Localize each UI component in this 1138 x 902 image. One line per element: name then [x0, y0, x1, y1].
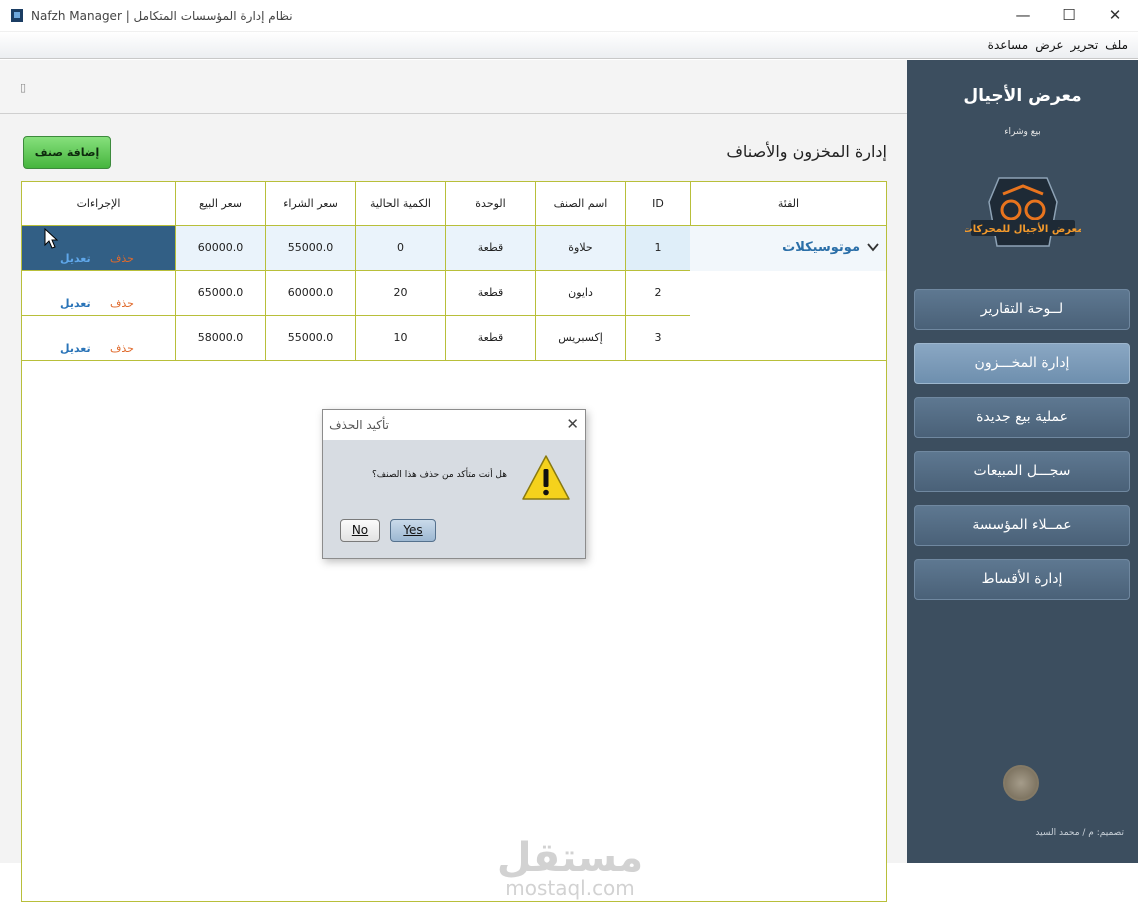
edit-link[interactable]: تعديل: [60, 327, 91, 371]
sidebar-item-installments[interactable]: إدارة الأقساط: [914, 559, 1130, 600]
category-group-row[interactable]: موتوسيكلات: [690, 226, 886, 271]
logo-text: معرض الأجيال للمحركات: [965, 222, 1081, 235]
sidebar-item-reports[interactable]: لــوحة التقارير: [914, 289, 1130, 330]
row-actions: حذف تعديل: [22, 316, 176, 361]
cell-id: 1: [626, 226, 691, 271]
window-titlebar: Nafzh Manager | نظام إدارة المؤسسات المت…: [0, 0, 1138, 32]
sidebar-item-customers[interactable]: عمــلاء المؤسسة: [914, 505, 1130, 546]
placeholder-glyph-icon: ▯: [20, 81, 27, 94]
cell-buy-price: 60000.0: [266, 271, 356, 316]
no-button[interactable]: No: [340, 519, 380, 542]
header-item-name[interactable]: اسم الصنف: [536, 182, 626, 226]
header-category[interactable]: الفئة: [691, 182, 886, 226]
seal-icon: [1003, 765, 1039, 801]
cell-buy-price: 55000.0: [266, 226, 356, 271]
top-toolbar-strip: ▯: [0, 60, 907, 114]
watermark-arabic: مستقل: [496, 835, 644, 881]
dialog-titlebar: تأكيد الحذف ✕: [323, 410, 585, 440]
cell-quantity: 0: [356, 226, 446, 271]
cell-buy-price: 55000.0: [266, 316, 356, 361]
header-sell-price[interactable]: سعر البيع: [176, 182, 266, 226]
brand-title: معرض الأجيال: [963, 86, 1082, 106]
menu-help[interactable]: مساعدة: [988, 38, 1029, 52]
close-button[interactable]: ✕: [1092, 0, 1138, 32]
sidebar-item-sales-log[interactable]: سجـــل المبيعات: [914, 451, 1130, 492]
cell-id: 2: [626, 271, 691, 316]
header-quantity[interactable]: الكمية الحالية: [356, 182, 446, 226]
cell-item-name: حلاوة: [536, 226, 626, 271]
header-buy-price[interactable]: سعر الشراء: [266, 182, 356, 226]
category-group: موتوسيكلات: [690, 226, 886, 361]
page-title: إدارة المخزون والأصناف: [726, 142, 887, 161]
cell-quantity: 20: [356, 271, 446, 316]
delete-link[interactable]: حذف: [110, 327, 134, 371]
window-title: Nafzh Manager | نظام إدارة المؤسسات المت…: [31, 9, 293, 23]
chevron-down-icon[interactable]: [866, 240, 880, 254]
cell-item-name: إكسبريس: [536, 316, 626, 361]
dialog-message: هل أنت متأكد من حذف هذا الصنف؟: [372, 470, 507, 480]
watermark-latin: mostaql.com: [505, 876, 635, 900]
cell-item-name: دايون: [536, 271, 626, 316]
cell-sell-price: 60000.0: [176, 226, 266, 271]
menu-bar: ملف تحرير عرض مساعدة: [0, 32, 1138, 59]
cell-unit: قطعة: [446, 271, 536, 316]
cell-unit: قطعة: [446, 316, 536, 361]
cell-sell-price: 58000.0: [176, 316, 266, 361]
mouse-cursor-icon: [44, 228, 59, 249]
menu-file[interactable]: ملف: [1105, 38, 1128, 52]
delete-confirmation-dialog: تأكيد الحذف ✕ هل أنت متأكد من حذف هذا ال…: [322, 409, 586, 559]
dialog-close-button[interactable]: ✕: [566, 415, 579, 433]
menu-edit[interactable]: تحرير: [1071, 38, 1099, 52]
warning-icon: [522, 455, 570, 500]
app-icon: [11, 9, 23, 22]
dialog-title: تأكيد الحذف: [329, 418, 389, 432]
sidebar-item-new-sale[interactable]: عملية بيع جديدة: [914, 397, 1130, 438]
header-actions: الإجراءات: [22, 182, 176, 226]
brand-subtitle: بيع وشراء: [1004, 127, 1041, 137]
cell-sell-price: 65000.0: [176, 271, 266, 316]
maximize-button[interactable]: ☐: [1046, 0, 1092, 32]
add-item-button[interactable]: إضافة صنف: [23, 136, 111, 169]
cell-quantity: 10: [356, 316, 446, 361]
sidebar: معرض الأجيال بيع وشراء معرض الأجيال للمح…: [907, 60, 1138, 863]
category-label: موتوسيكلات: [782, 240, 860, 255]
designer-credit: تصميم: م / محمد السيد: [1035, 828, 1124, 838]
cell-unit: قطعة: [446, 226, 536, 271]
sidebar-item-inventory[interactable]: إدارة المخـــزون: [914, 343, 1130, 384]
cell-id: 3: [626, 316, 691, 361]
menu-view[interactable]: عرض: [1035, 38, 1063, 52]
brand-logo: معرض الأجيال للمحركات: [965, 177, 1081, 247]
row-actions: حذف تعديل: [22, 271, 176, 316]
minimize-button[interactable]: —: [1000, 0, 1046, 32]
yes-button[interactable]: Yes: [390, 519, 436, 542]
header-id[interactable]: ID: [626, 182, 691, 226]
header-unit[interactable]: الوحدة: [446, 182, 536, 226]
watermark: مستقل mostaql.com: [495, 838, 645, 898]
